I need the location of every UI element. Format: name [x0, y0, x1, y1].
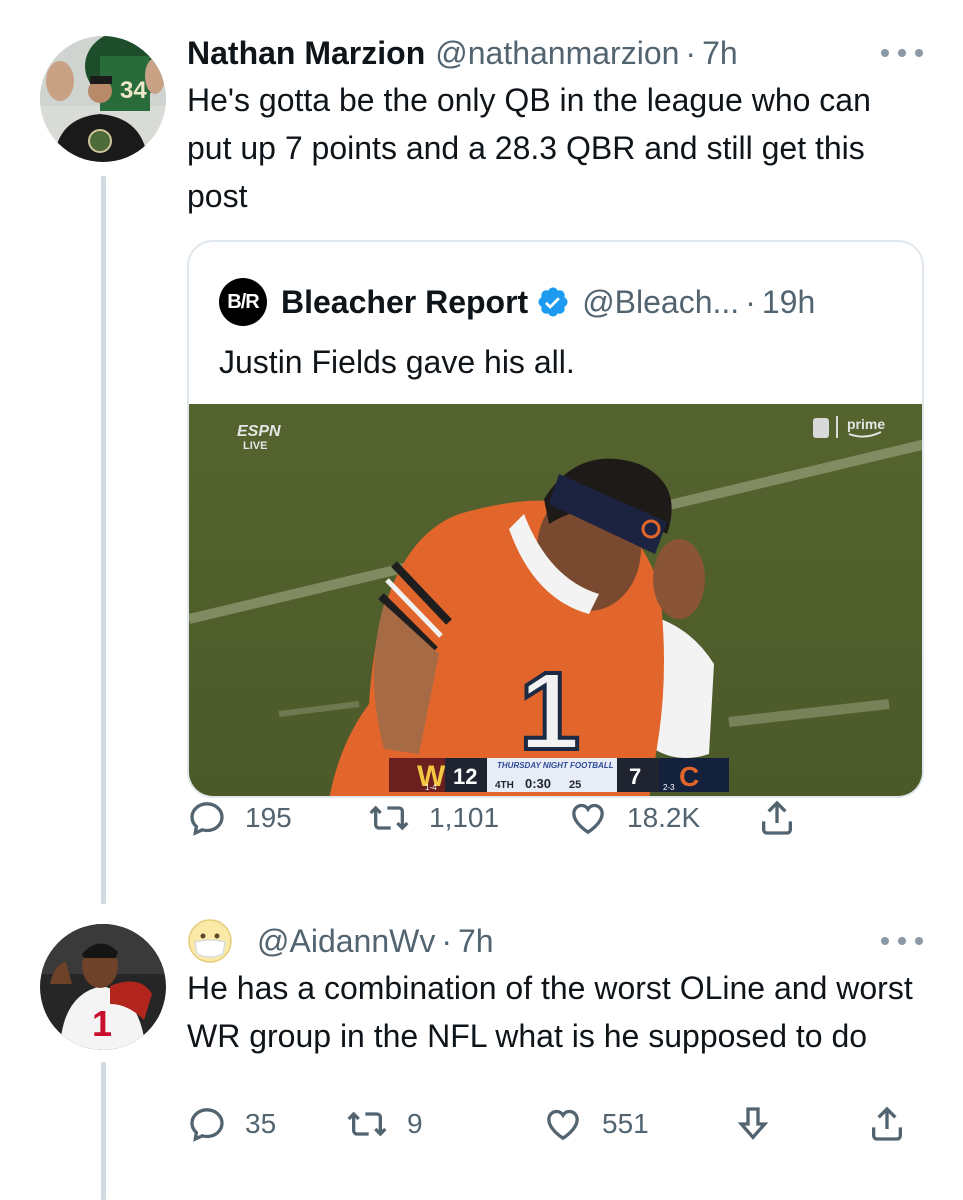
reply-count: 195	[245, 802, 292, 833]
quoted-media-image[interactable]: ESPN LIVE prime 1 W 1-4 12 THURSDAY NIGH…	[189, 404, 922, 796]
like-button[interactable]: 551	[542, 1104, 649, 1144]
share-icon	[872, 1106, 902, 1141]
retweet-count: 1,101	[429, 802, 500, 833]
reply-button[interactable]: 35	[187, 1104, 276, 1144]
thread-line	[101, 1062, 106, 1200]
tweet[interactable]: Nathan Marzion @nathanmarzion · 7h He's …	[187, 30, 923, 220]
quoted-tweet-text: Justin Fields gave his all.	[219, 344, 575, 380]
play-clock: 25	[569, 779, 581, 791]
nfl-shield-icon	[813, 418, 829, 438]
reply-count: 35	[245, 1108, 277, 1139]
scorebug: W 1-4 12 THURSDAY NIGHT FOOTBALL 4TH 0:3…	[389, 758, 729, 793]
tweet-text: He has a combination of the worst OLine …	[187, 970, 913, 1054]
quarter: 4TH	[495, 780, 514, 791]
share-button[interactable]	[757, 798, 815, 838]
like-icon	[572, 803, 604, 835]
more-icon[interactable]	[881, 926, 923, 956]
game-clock: 0:30	[525, 776, 551, 791]
separator: ·	[441, 922, 452, 959]
avatar[interactable]: 1 34	[40, 36, 166, 162]
espn-logo: ESPN	[237, 423, 281, 440]
home-team-logo: C	[679, 761, 699, 792]
away-score: 12	[453, 764, 477, 789]
timestamp[interactable]: 7h	[458, 923, 494, 960]
bleacher-report-logo[interactable]: B/R	[219, 278, 267, 326]
thread-line	[101, 176, 106, 904]
share-button[interactable]	[867, 1104, 925, 1144]
face-with-medical-mask-emoji	[188, 919, 232, 963]
like-count: 551	[602, 1108, 649, 1139]
avatar-jersey-number: 1	[92, 1003, 112, 1044]
reply-button[interactable]: 195	[187, 798, 292, 838]
display-name[interactable]: Nathan Marzion	[187, 35, 425, 72]
svg-text:34: 34	[120, 77, 147, 104]
retweet-button[interactable]: 1,101	[367, 798, 499, 838]
handle[interactable]: @nathanmarzion	[435, 35, 679, 72]
tweet-text: He's gotta be the only QB in the league …	[187, 82, 871, 214]
handle[interactable]: @AidannWv	[257, 923, 435, 960]
verified-icon	[538, 287, 568, 317]
game-title: THURSDAY NIGHT FOOTBALL	[497, 761, 614, 770]
tweet[interactable]: @AidannWv · 7h He has a combination of t…	[187, 918, 923, 1060]
like-count: 18.2K	[627, 802, 701, 833]
avatar[interactable]: 1	[40, 924, 166, 1050]
downvote-icon	[737, 1107, 769, 1140]
home-score: 7	[629, 764, 641, 789]
like-button[interactable]: 18.2K	[567, 798, 700, 838]
separator: ·	[745, 283, 756, 320]
timestamp[interactable]: 7h	[702, 35, 738, 72]
prime-logo: prime	[847, 416, 885, 432]
home-record: 2-3	[663, 783, 675, 792]
quoted-display-name[interactable]: Bleacher Report	[281, 284, 528, 321]
reply-icon	[190, 1108, 224, 1142]
retweet-icon	[347, 1111, 387, 1137]
quoted-timestamp[interactable]: 19h	[762, 284, 815, 321]
retweet-count: 9	[407, 1108, 423, 1139]
jersey-number: 1	[519, 650, 580, 773]
retweet-icon	[369, 805, 409, 831]
like-icon	[547, 1109, 579, 1141]
separator: ·	[685, 34, 697, 71]
retweet-button[interactable]: 9	[345, 1104, 423, 1144]
quoted-tweet[interactable]: B/R Bleacher Report @Bleach... · 19h Jus…	[187, 240, 924, 798]
reply-icon	[190, 802, 224, 836]
quoted-tweet-header: B/R Bleacher Report @Bleach... · 19h	[219, 278, 815, 326]
tweet-header: Nathan Marzion @nathanmarzion · 7h	[187, 30, 923, 76]
quoted-handle[interactable]: @Bleach...	[582, 284, 739, 321]
more-icon[interactable]	[881, 38, 923, 68]
share-icon	[762, 800, 792, 835]
tweet-header: @AidannWv · 7h	[187, 918, 923, 964]
away-record: 1-4	[425, 783, 437, 792]
downvote-button[interactable]	[733, 1104, 791, 1144]
live-label: LIVE	[243, 440, 267, 452]
